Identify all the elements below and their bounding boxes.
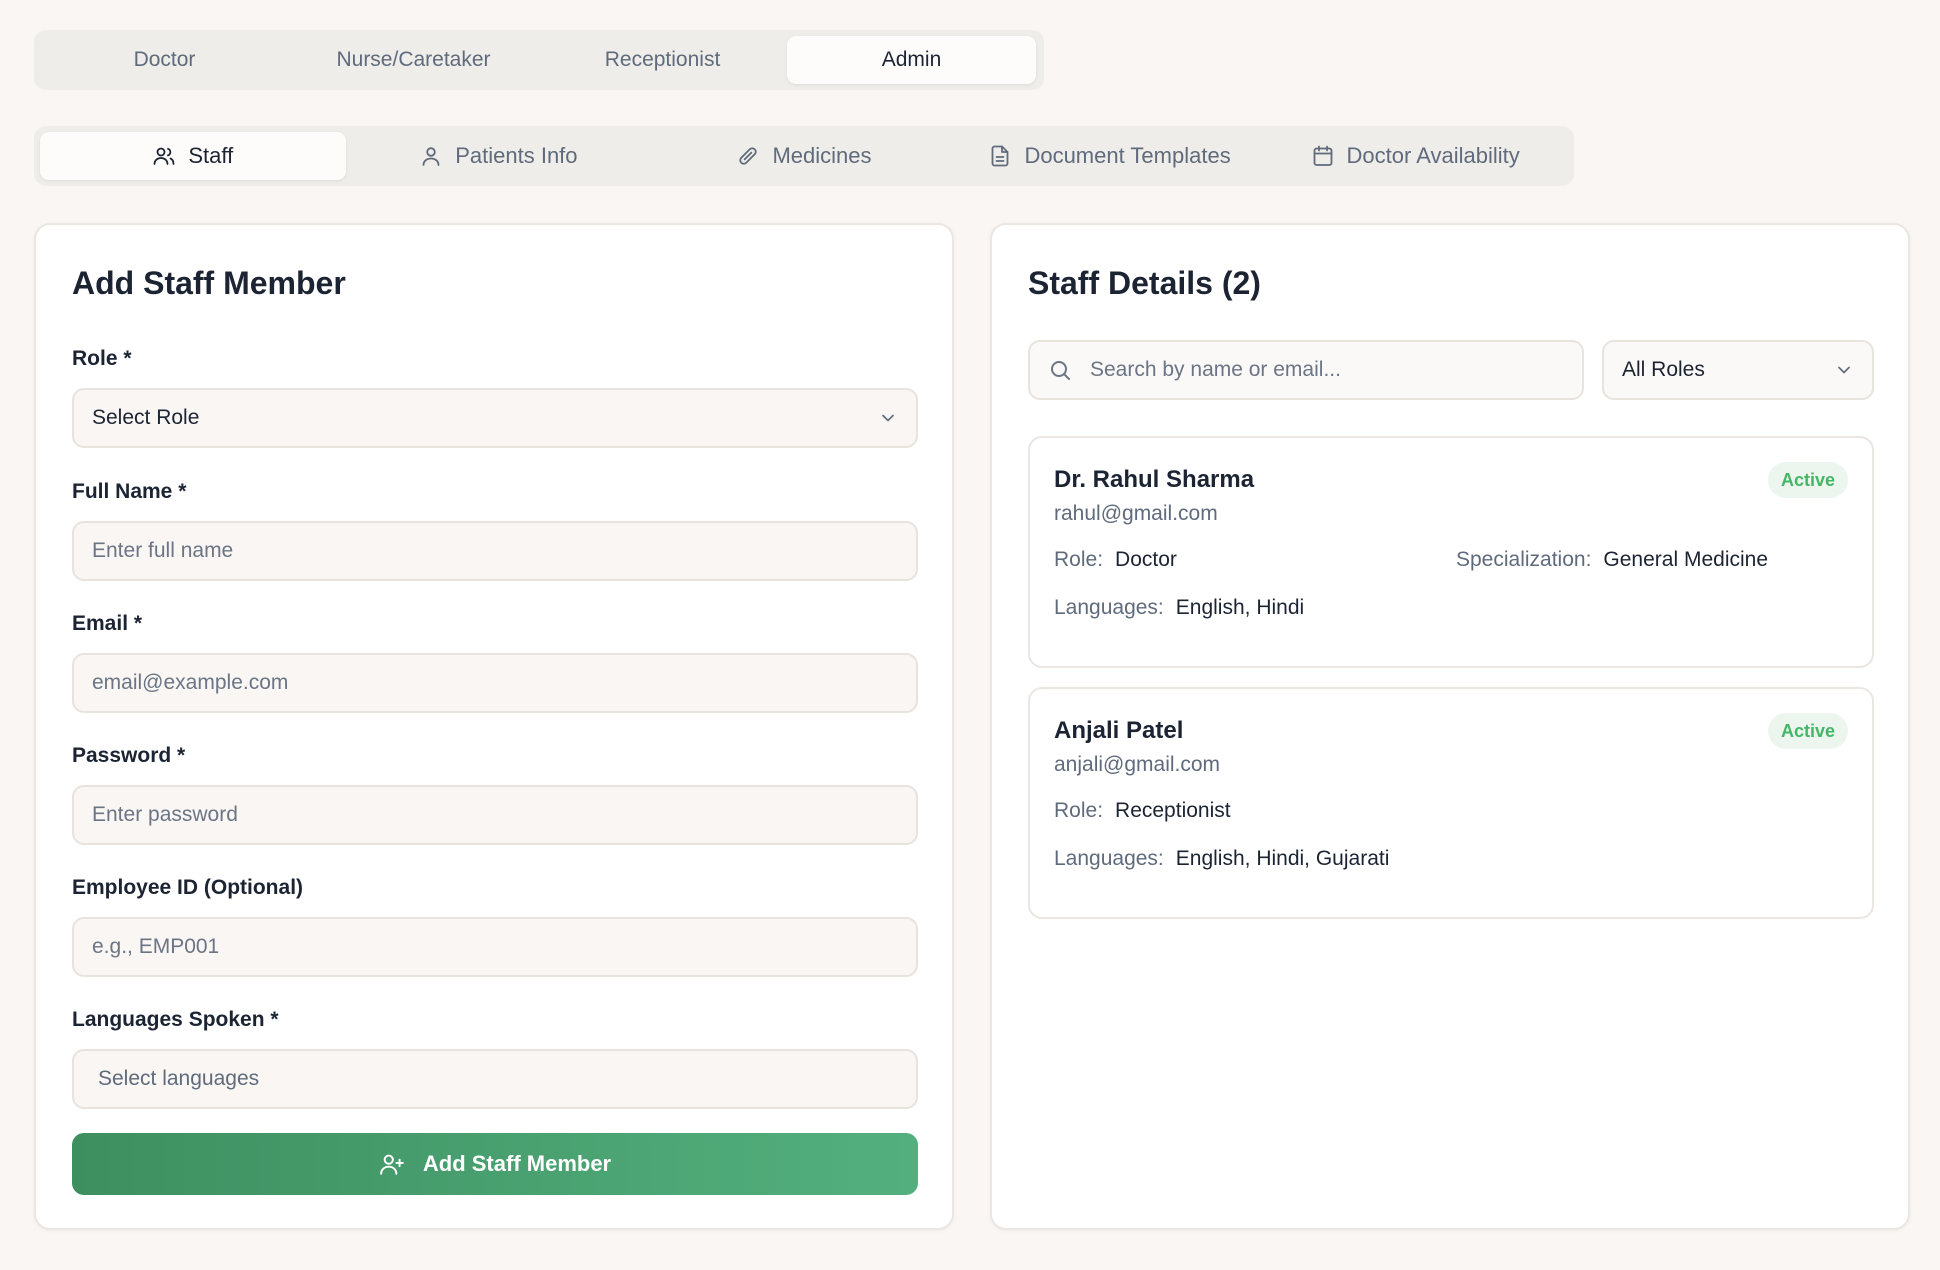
tab-staff[interactable]: Staff: [40, 132, 346, 180]
staff-details-card: Staff Details (2) All Roles Dr. Rahul Sh…: [990, 223, 1910, 1230]
chevron-down-icon: [882, 414, 894, 422]
role-key: Role:: [1054, 548, 1104, 571]
staff-languages-row: Languages: English, Hindi: [1054, 596, 1304, 620]
tab-staff-label: Staff: [188, 143, 234, 168]
specialization-key: Specialization:: [1456, 548, 1592, 571]
role-select-value: Select Role: [92, 406, 200, 429]
role-value: Doctor: [1115, 548, 1177, 571]
staff-role-row: Role: Receptionist: [1054, 799, 1231, 823]
add-staff-card: Add Staff Member Role * Select Role Full…: [34, 223, 954, 1230]
section-tab-bar: Staff Patients Info Medicines Document T…: [34, 126, 1574, 186]
tab-patients-info[interactable]: Patients Info: [346, 132, 652, 180]
tab-admin[interactable]: Admin: [787, 36, 1036, 84]
users-icon: [153, 147, 175, 165]
languages-key: Languages:: [1054, 596, 1164, 619]
languages-label: Languages Spoken *: [72, 1008, 279, 1031]
full-name-label: Full Name *: [72, 480, 187, 503]
role-key: Role:: [1054, 799, 1104, 822]
staff-name: Dr. Rahul Sharma: [1054, 466, 1255, 493]
role-select[interactable]: Select Role: [72, 388, 918, 448]
role-filter-select[interactable]: All Roles: [1602, 340, 1874, 400]
user-icon: [422, 147, 440, 166]
staff-details-title: Staff Details (2): [1028, 265, 1261, 301]
role-filter-value: All Roles: [1622, 358, 1705, 381]
staff-card[interactable]: Anjali Patel anjali@gmail.com Active Rol…: [1028, 687, 1874, 919]
languages-select[interactable]: Select languages: [72, 1049, 918, 1109]
role-tab-bar: Doctor Nurse/Caretaker Receptionist Admi…: [34, 30, 1044, 90]
password-input[interactable]: [72, 785, 918, 845]
tab-document-templates-label: Document Templates: [1024, 143, 1231, 168]
email-input[interactable]: [72, 653, 918, 713]
languages-value: English, Hindi, Gujarati: [1175, 847, 1390, 870]
languages-key: Languages:: [1054, 847, 1164, 870]
add-staff-member-button[interactable]: Add Staff Member: [72, 1133, 918, 1195]
calendar-icon: [1313, 145, 1332, 166]
staff-name: Anjali Patel: [1054, 717, 1184, 744]
specialization-value: General Medicine: [1603, 548, 1769, 571]
tab-receptionist[interactable]: Receptionist: [538, 36, 787, 84]
tab-patients-info-label: Patients Info: [455, 143, 578, 168]
languages-select-value: Select languages: [98, 1067, 260, 1090]
role-label: Role *: [72, 347, 132, 370]
chevron-down-icon: [1838, 366, 1850, 374]
document-icon: [992, 145, 1009, 167]
staff-email: rahul@gmail.com: [1054, 502, 1218, 525]
staff-role-row: Role: Doctor: [1054, 548, 1177, 572]
pill-icon: [739, 147, 758, 165]
search-icon: [1051, 361, 1070, 380]
staff-specialization-row: Specialization: General Medicine: [1456, 548, 1768, 572]
tab-document-templates[interactable]: Document Templates: [957, 132, 1263, 180]
password-label: Password *: [72, 744, 186, 767]
status-badge: Active: [1767, 462, 1848, 498]
form-title: Add Staff Member: [72, 265, 346, 301]
email-label: Email *: [72, 612, 143, 635]
tab-nurse-caretaker[interactable]: Nurse/Caretaker: [289, 36, 538, 84]
staff-card[interactable]: Dr. Rahul Sharma rahul@gmail.com Active …: [1028, 436, 1874, 668]
search-input[interactable]: [1090, 358, 1564, 382]
status-badge: Active: [1767, 713, 1848, 749]
tab-doctor-availability-label: Doctor Availability: [1346, 143, 1520, 168]
add-staff-member-label: Add Staff Member: [422, 1151, 612, 1176]
staff-search: [1028, 340, 1584, 400]
languages-value: English, Hindi: [1175, 596, 1305, 619]
tab-medicines[interactable]: Medicines: [651, 132, 957, 180]
user-plus-icon: [380, 1154, 404, 1175]
tab-medicines-label: Medicines: [772, 143, 872, 168]
employee-id-label: Employee ID (Optional): [72, 876, 304, 899]
staff-email: anjali@gmail.com: [1054, 753, 1221, 776]
tab-doctor-availability[interactable]: Doctor Availability: [1262, 132, 1568, 180]
tab-doctor[interactable]: Doctor: [40, 36, 289, 84]
staff-languages-row: Languages: English, Hindi, Gujarati: [1054, 847, 1389, 871]
employee-id-input[interactable]: [72, 917, 918, 977]
role-value: Receptionist: [1115, 799, 1231, 822]
full-name-input[interactable]: [72, 521, 918, 581]
